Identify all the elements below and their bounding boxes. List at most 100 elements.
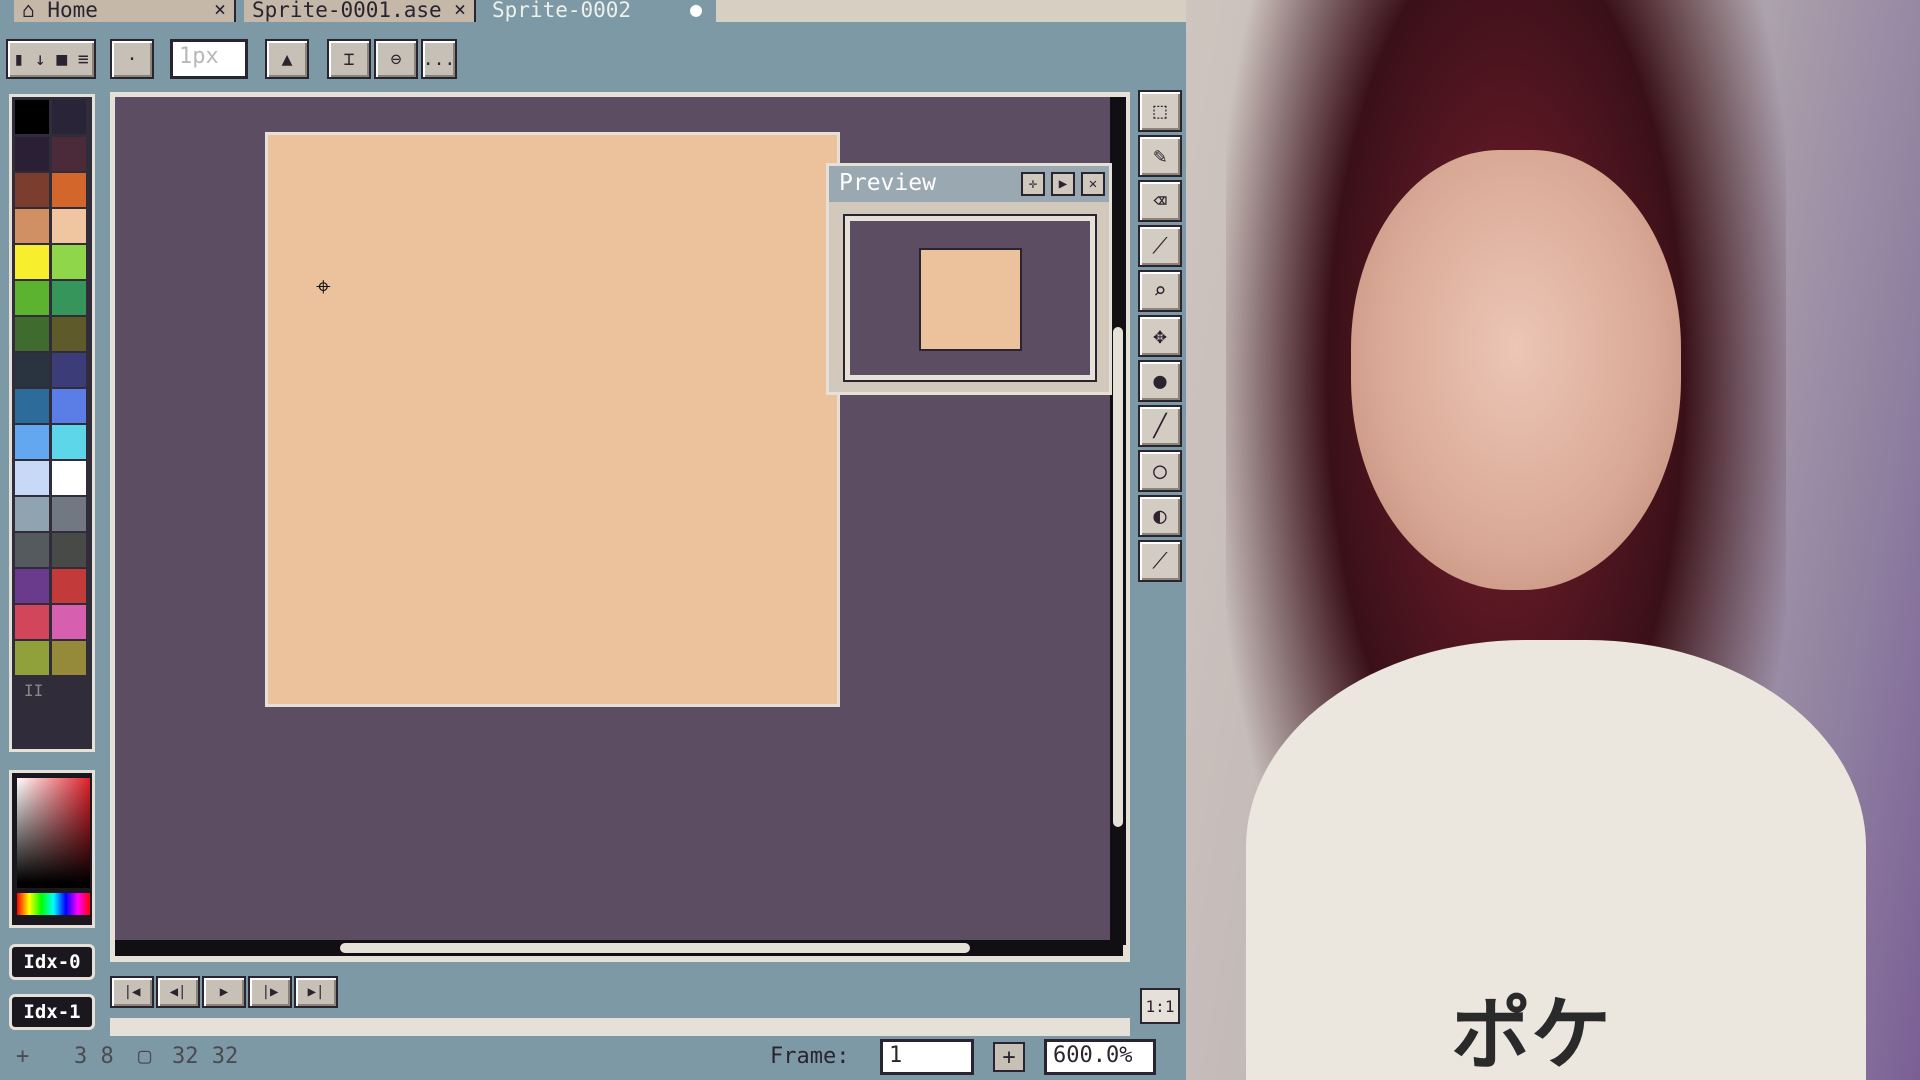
close-icon[interactable]: ✕ [1081, 172, 1105, 196]
color-palette: II [9, 94, 95, 752]
palette-swatch[interactable] [15, 317, 49, 351]
palette-swatch[interactable] [52, 497, 86, 531]
previous-frame-icon: ◀| [169, 984, 187, 1000]
add-frame-button[interactable]: + [993, 1042, 1025, 1072]
palette-swatch[interactable] [52, 173, 86, 207]
arrow-down-icon[interactable]: ↓ [35, 49, 46, 70]
palette-swatch[interactable] [15, 497, 49, 531]
palette-swatch[interactable] [52, 389, 86, 423]
palette-swatch[interactable] [15, 137, 49, 171]
center-icon[interactable]: ✛ [1021, 172, 1045, 196]
blur-icon[interactable]: ⟋ [1138, 540, 1182, 582]
pencil-icon[interactable]: ✎ [1138, 135, 1182, 177]
brush-size-input[interactable]: 1px [170, 39, 248, 79]
palette-swatch[interactable] [52, 245, 86, 279]
close-icon[interactable]: × [214, 0, 226, 19]
eraser-icon[interactable]: ⌫ [1138, 180, 1182, 222]
frame-input[interactable]: 1 [880, 1039, 974, 1075]
palette-swatch[interactable] [52, 137, 86, 171]
palette-swatch[interactable] [15, 641, 49, 675]
tab-home[interactable]: ⌂ Home × [14, 0, 236, 22]
tab-sprite-0001[interactable]: Sprite-0001.ase × [244, 0, 476, 22]
ink-icon: ▲ [281, 48, 293, 70]
symmetry-vertical-button[interactable]: ⌶ [327, 39, 371, 79]
palette-swatch[interactable] [15, 173, 49, 207]
aseprite-window: ⌂ Home × Sprite-0001.ase × Sprite-0002 ●… [0, 0, 1186, 1080]
palette-swatch[interactable] [15, 605, 49, 639]
saturation-value-picker[interactable] [17, 778, 90, 888]
lock-icon[interactable]: ▮ [13, 49, 24, 70]
fg-index-label[interactable]: Idx-0 [9, 944, 95, 980]
palette-swatch[interactable] [52, 353, 86, 387]
zoom-input[interactable]: 600.0% [1044, 1039, 1156, 1075]
cursor-position: 3 8 [74, 1044, 114, 1069]
tab-label: Sprite-0001.ase [252, 0, 442, 22]
ink-type-button[interactable]: ▲ [265, 39, 309, 79]
palette-swatch[interactable] [52, 641, 86, 675]
palette-swatch[interactable] [52, 461, 86, 495]
hue-slider[interactable] [17, 893, 90, 915]
paint-bucket-icon[interactable]: ● [1138, 360, 1182, 402]
palette-swatch[interactable] [15, 533, 49, 567]
palette-swatch[interactable] [52, 281, 86, 315]
zoom-icon[interactable]: ⌕ [1138, 270, 1182, 312]
symmetry-icon: ⌶ [343, 48, 355, 70]
close-icon[interactable]: × [454, 0, 466, 19]
next-frame-button[interactable]: |▶ [248, 976, 292, 1008]
previous-frame-button[interactable]: ◀| [156, 976, 200, 1008]
palette-swatch[interactable] [15, 209, 49, 243]
palette-swatch[interactable] [15, 245, 49, 279]
horizontal-scrollbar[interactable] [115, 940, 1123, 956]
palette-swatch[interactable] [15, 281, 49, 315]
play-button[interactable]: ▶ [202, 976, 246, 1008]
palette-swatch[interactable] [15, 461, 49, 495]
home-icon: ⌂ [22, 0, 35, 22]
sprite-canvas[interactable] [265, 132, 840, 707]
selection-size-icon: ▢ [138, 1044, 152, 1069]
next-frame-icon: |▶ [261, 984, 279, 1000]
palette-resize-handle[interactable]: II [24, 681, 43, 700]
palette-swatch[interactable] [15, 569, 49, 603]
dot-icon: · [126, 48, 138, 70]
preview-window: Preview ✛ ▶ ✕ [826, 163, 1112, 395]
palette-swatch[interactable] [15, 389, 49, 423]
contour-icon[interactable]: ◐ [1138, 495, 1182, 537]
marquee-icon[interactable]: ⬚ [1138, 90, 1182, 132]
vertical-scrollbar[interactable] [1110, 97, 1126, 945]
vertical-scroll-thumb[interactable] [1113, 327, 1123, 827]
symmetry-horizontal-button[interactable]: ⊖ [374, 39, 418, 79]
palette-swatch[interactable] [52, 605, 86, 639]
crosshair-icon: + [16, 1044, 30, 1069]
menu-icon[interactable]: ≡ [78, 49, 89, 70]
palette-swatch[interactable] [52, 317, 86, 351]
ellipse-icon[interactable]: ◯ [1138, 450, 1182, 492]
bg-index-label[interactable]: Idx-1 [9, 994, 95, 1030]
line-icon[interactable]: ╱ [1138, 405, 1182, 447]
palette-swatch[interactable] [52, 569, 86, 603]
zoom-reset-button[interactable]: 1:1 [1140, 988, 1180, 1024]
palette-swatch[interactable] [52, 209, 86, 243]
horizontal-scroll-thumb[interactable] [340, 943, 970, 953]
first-frame-button[interactable]: |◀ [110, 976, 154, 1008]
last-frame-button[interactable]: ▶| [294, 976, 338, 1008]
preview-viewport [843, 214, 1097, 382]
ink-options[interactable]: ▮ ↓ ■ ≡ [6, 39, 96, 79]
webcam-feed: ポケ [1186, 0, 1920, 1080]
palette-swatch[interactable] [15, 425, 49, 459]
brush-type-button[interactable]: · [110, 39, 154, 79]
modified-dot-icon: ● [689, 0, 702, 21]
background-color[interactable] [52, 100, 86, 134]
palette-swatch[interactable] [15, 353, 49, 387]
tab-sprite-0002[interactable]: Sprite-0002 ● [484, 0, 710, 22]
foreground-color[interactable] [15, 100, 49, 134]
tab-label: Home [47, 0, 98, 22]
palette-swatch[interactable] [52, 425, 86, 459]
timeline-strip[interactable] [110, 1018, 1130, 1036]
palette-swatch[interactable] [52, 533, 86, 567]
eyedropper-icon[interactable]: ⟋ [1138, 225, 1182, 267]
move-icon[interactable]: ✥ [1138, 315, 1182, 357]
layer-icon[interactable]: ■ [56, 49, 67, 70]
shirt-print: ポケ [1451, 988, 1611, 1080]
more-options-button[interactable]: ... [421, 39, 457, 79]
play-icon[interactable]: ▶ [1051, 172, 1075, 196]
